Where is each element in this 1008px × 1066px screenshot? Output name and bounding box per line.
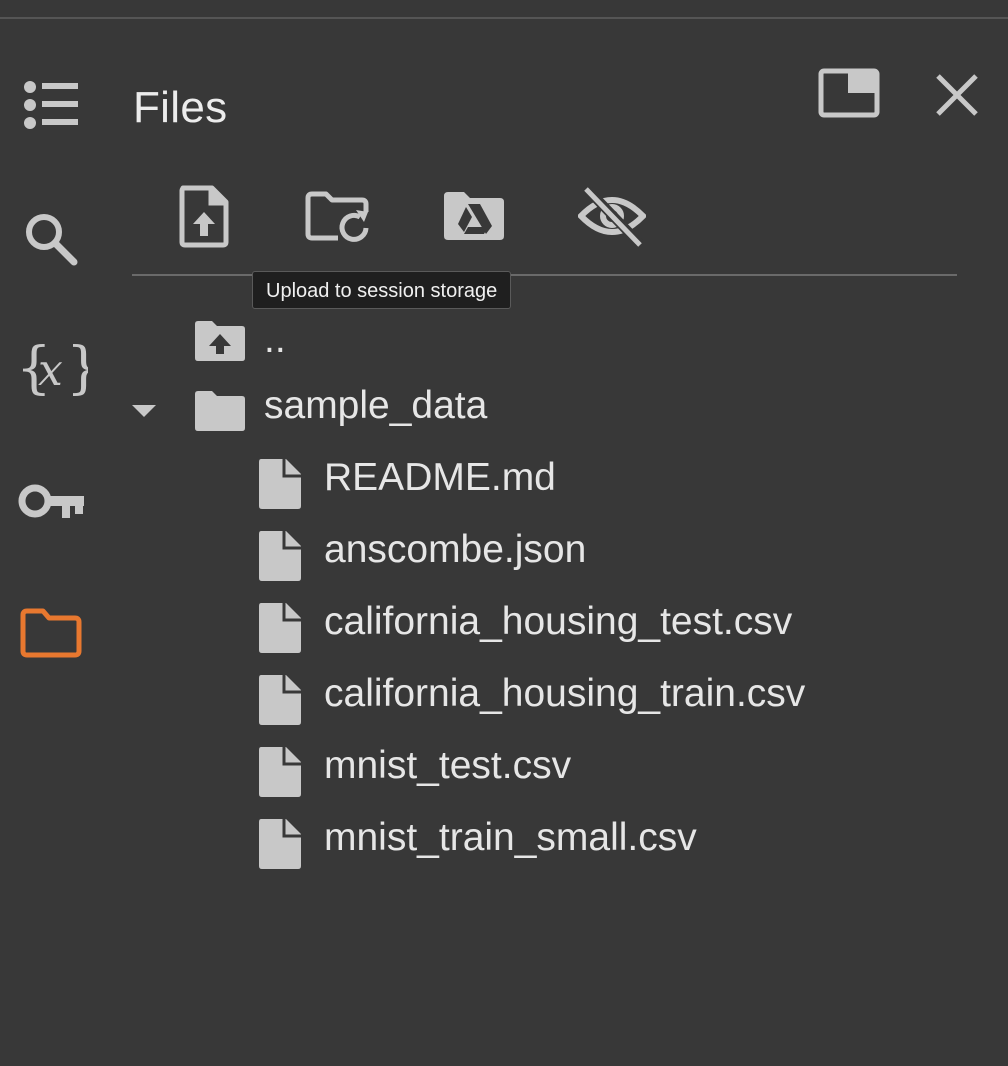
files-panel: { x } Files [0, 0, 1008, 1066]
chevron-down-icon[interactable] [130, 402, 158, 420]
file-icon [258, 530, 302, 582]
svg-text:x: x [38, 345, 63, 396]
folder-up-icon [194, 320, 246, 362]
file-label: california_housing_test.csv [324, 600, 793, 643]
file-label: anscombe.json [324, 528, 587, 571]
folder-icon [194, 390, 246, 432]
file-icon [258, 818, 302, 870]
folder-label: sample_data [264, 384, 488, 427]
file-row[interactable]: california_housing_test.csv [258, 592, 958, 654]
folder-row-sample-data[interactable]: sample_data [194, 376, 594, 436]
file-label: mnist_test.csv [324, 744, 572, 787]
file-label: README.md [324, 456, 556, 499]
file-row[interactable]: mnist_train_small.csv [258, 808, 958, 870]
panel-title: Files [133, 83, 228, 132]
file-row[interactable]: california_housing_train.csv [258, 664, 958, 726]
upload-file-icon[interactable] [178, 184, 230, 248]
upload-tooltip: Upload to session storage [252, 271, 512, 309]
mount-drive-icon[interactable] [442, 190, 506, 242]
file-icon [258, 746, 302, 798]
top-border [0, 17, 1008, 19]
variables-icon[interactable]: { x } [16, 335, 88, 401]
close-icon[interactable] [934, 72, 980, 118]
refresh-folder-icon[interactable] [304, 190, 372, 246]
file-row[interactable]: anscombe.json [258, 520, 958, 582]
hidden-files-icon[interactable] [578, 186, 646, 248]
file-icon [258, 458, 302, 510]
file-row[interactable]: mnist_test.csv [258, 736, 958, 798]
open-in-tab-icon[interactable] [818, 68, 880, 118]
file-icon [258, 602, 302, 654]
file-label: mnist_train_small.csv [324, 816, 697, 859]
key-icon[interactable] [18, 482, 86, 522]
list-icon[interactable] [22, 80, 80, 130]
search-icon[interactable] [22, 210, 80, 268]
file-row[interactable]: README.md [258, 448, 958, 510]
parent-folder-label: .. [264, 318, 286, 361]
file-icon [258, 674, 302, 726]
parent-folder-row[interactable]: .. [194, 312, 494, 372]
file-label: california_housing_train.csv [324, 672, 806, 715]
folder-icon[interactable] [19, 607, 83, 659]
svg-text:}: } [66, 336, 88, 401]
